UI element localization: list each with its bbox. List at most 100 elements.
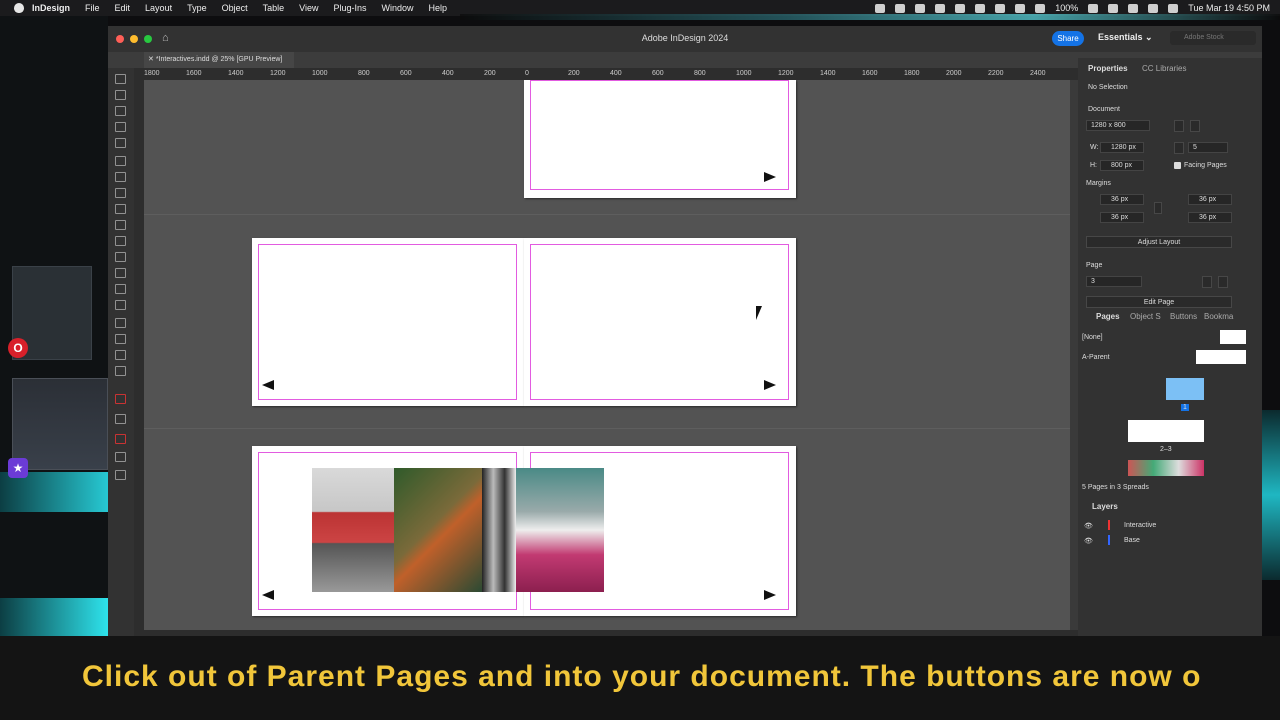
margin-top-field[interactable]: 36 px (1100, 194, 1144, 205)
tab-buttons[interactable]: Buttons (1170, 312, 1197, 321)
eyedropper-tool-icon[interactable] (115, 334, 126, 344)
delete-page-icon[interactable] (1218, 276, 1228, 288)
gap-tool-icon[interactable] (115, 122, 126, 132)
tab-properties[interactable]: Properties (1088, 64, 1128, 73)
content-collector-icon[interactable] (115, 138, 126, 148)
pen-tool-icon[interactable] (115, 188, 126, 198)
width-field[interactable]: 1280 px (1100, 142, 1144, 153)
rectangle-frame-tool-icon[interactable] (115, 220, 126, 230)
cc-icon[interactable] (1035, 3, 1046, 13)
opera-icon[interactable]: O (8, 338, 28, 358)
hand-tool-icon[interactable] (115, 350, 126, 360)
page-select[interactable]: 3 (1086, 276, 1142, 287)
tab-pages[interactable]: Pages (1096, 312, 1120, 321)
desktop-video-thumbnail[interactable] (12, 378, 108, 470)
fill-stroke-icon[interactable] (115, 394, 126, 404)
workspace-switcher[interactable]: Essentials ⌄ (1098, 32, 1153, 43)
menu-object[interactable]: Object (222, 3, 248, 13)
menu-edit[interactable]: Edit (115, 3, 131, 13)
apply-none-icon[interactable] (115, 434, 126, 444)
layer-base[interactable]: Base (1124, 537, 1140, 544)
malwarebytes-icon[interactable] (895, 3, 906, 13)
screen-mode-icon[interactable] (115, 452, 126, 462)
adjust-layout-button[interactable]: Adjust Layout (1086, 236, 1232, 248)
line-tool-icon[interactable] (115, 172, 126, 182)
note-tool-icon[interactable] (115, 318, 126, 328)
menu-layout[interactable]: Layout (145, 3, 172, 13)
direct-selection-tool-icon[interactable] (115, 90, 126, 100)
close-tab-icon[interactable]: ✕ (148, 56, 156, 63)
battery-icon[interactable] (1088, 3, 1099, 13)
preview-mode-icon[interactable] (115, 470, 126, 480)
menu-file[interactable]: File (85, 3, 100, 13)
tab-bookmarks[interactable]: Bookma (1204, 312, 1233, 321)
eye-icon[interactable]: 👁 (1084, 522, 1093, 530)
menu-app-name[interactable]: InDesign (32, 3, 70, 13)
link-margins-icon[interactable] (1154, 202, 1162, 214)
formatting-affects-container-icon[interactable] (115, 414, 126, 424)
free-transform-tool-icon[interactable] (115, 268, 126, 278)
tab-cc-libraries[interactable]: CC Libraries (1142, 64, 1186, 73)
menu-window[interactable]: Window (382, 3, 414, 13)
keyboard-icon[interactable] (975, 3, 986, 13)
gradient-tool-icon[interactable] (115, 284, 126, 294)
time-machine-icon[interactable] (935, 3, 946, 13)
type-tool-icon[interactable] (115, 156, 126, 166)
play-icon[interactable] (915, 3, 926, 13)
page-2[interactable] (252, 238, 524, 406)
rectangle-tool-icon[interactable] (115, 236, 126, 246)
search-icon[interactable] (1148, 3, 1159, 13)
image-slideshow[interactable] (312, 468, 604, 592)
menu-table[interactable]: Table (263, 3, 285, 13)
document-preset-select[interactable]: 1280 x 800 (1086, 120, 1150, 131)
gradient-feather-tool-icon[interactable] (115, 300, 126, 310)
a-parent[interactable]: A-Parent (1082, 354, 1110, 361)
tab-object-states[interactable]: Object S (1130, 312, 1161, 321)
layer-interactive[interactable]: Interactive (1124, 522, 1156, 529)
pasteboard[interactable] (144, 80, 1070, 630)
none-parent[interactable]: [None] (1082, 334, 1103, 341)
pencil-tool-icon[interactable] (115, 204, 126, 214)
vertical-scrollbar[interactable] (1070, 80, 1078, 630)
previous-page-button[interactable] (262, 380, 274, 390)
volume-icon[interactable] (955, 3, 966, 13)
eye-icon[interactable]: 👁 (1084, 537, 1093, 545)
portrait-orientation-icon[interactable] (1174, 120, 1184, 132)
apple-icon[interactable] (14, 3, 24, 13)
share-button[interactable]: Share (1052, 31, 1084, 46)
number-of-pages-field[interactable]: 5 (1188, 142, 1228, 153)
next-page-button[interactable] (764, 590, 776, 600)
spread-2-3-thumbnail[interactable] (1128, 420, 1204, 442)
spread-4-5-thumbnail[interactable] (1128, 460, 1204, 476)
imovie-icon[interactable]: ★ (8, 458, 28, 478)
menu-plugins[interactable]: Plug-Ins (333, 3, 366, 13)
margin-bottom-field[interactable]: 36 px (1100, 212, 1144, 223)
selection-tool-icon[interactable] (115, 74, 126, 84)
landscape-orientation-icon[interactable] (1190, 120, 1200, 132)
bluetooth-icon[interactable] (1108, 3, 1119, 13)
facing-pages-checkbox[interactable] (1174, 162, 1181, 169)
menu-view[interactable]: View (299, 3, 318, 13)
previous-page-button[interactable] (262, 590, 274, 600)
record-icon[interactable] (875, 3, 886, 13)
page-tool-icon[interactable] (115, 106, 126, 116)
scissors-tool-icon[interactable] (115, 252, 126, 262)
margin-outside-field[interactable]: 36 px (1188, 212, 1232, 223)
display-icon[interactable] (995, 3, 1006, 13)
layers-panel-title[interactable]: Layers (1092, 502, 1118, 511)
stock-search-input[interactable]: Adobe Stock (1170, 31, 1256, 45)
airplay-icon[interactable] (1015, 3, 1026, 13)
menu-type[interactable]: Type (187, 3, 207, 13)
document-tab[interactable]: ✕ *Interactives.indd @ 25% [GPU Preview] (144, 52, 294, 68)
height-field[interactable]: 800 px (1100, 160, 1144, 171)
clock[interactable]: Tue Mar 19 4:50 PM (1188, 3, 1270, 13)
wifi-icon[interactable] (1128, 3, 1139, 13)
next-page-button[interactable] (764, 380, 776, 390)
menu-help[interactable]: Help (429, 3, 448, 13)
page-1[interactable] (524, 80, 796, 198)
page-1-thumbnail[interactable] (1166, 378, 1204, 400)
next-page-button[interactable] (764, 172, 776, 182)
a-parent-thumbnail[interactable] (1196, 350, 1246, 364)
edit-page-button[interactable]: Edit Page (1086, 296, 1232, 308)
none-parent-thumbnail[interactable] (1220, 330, 1246, 344)
